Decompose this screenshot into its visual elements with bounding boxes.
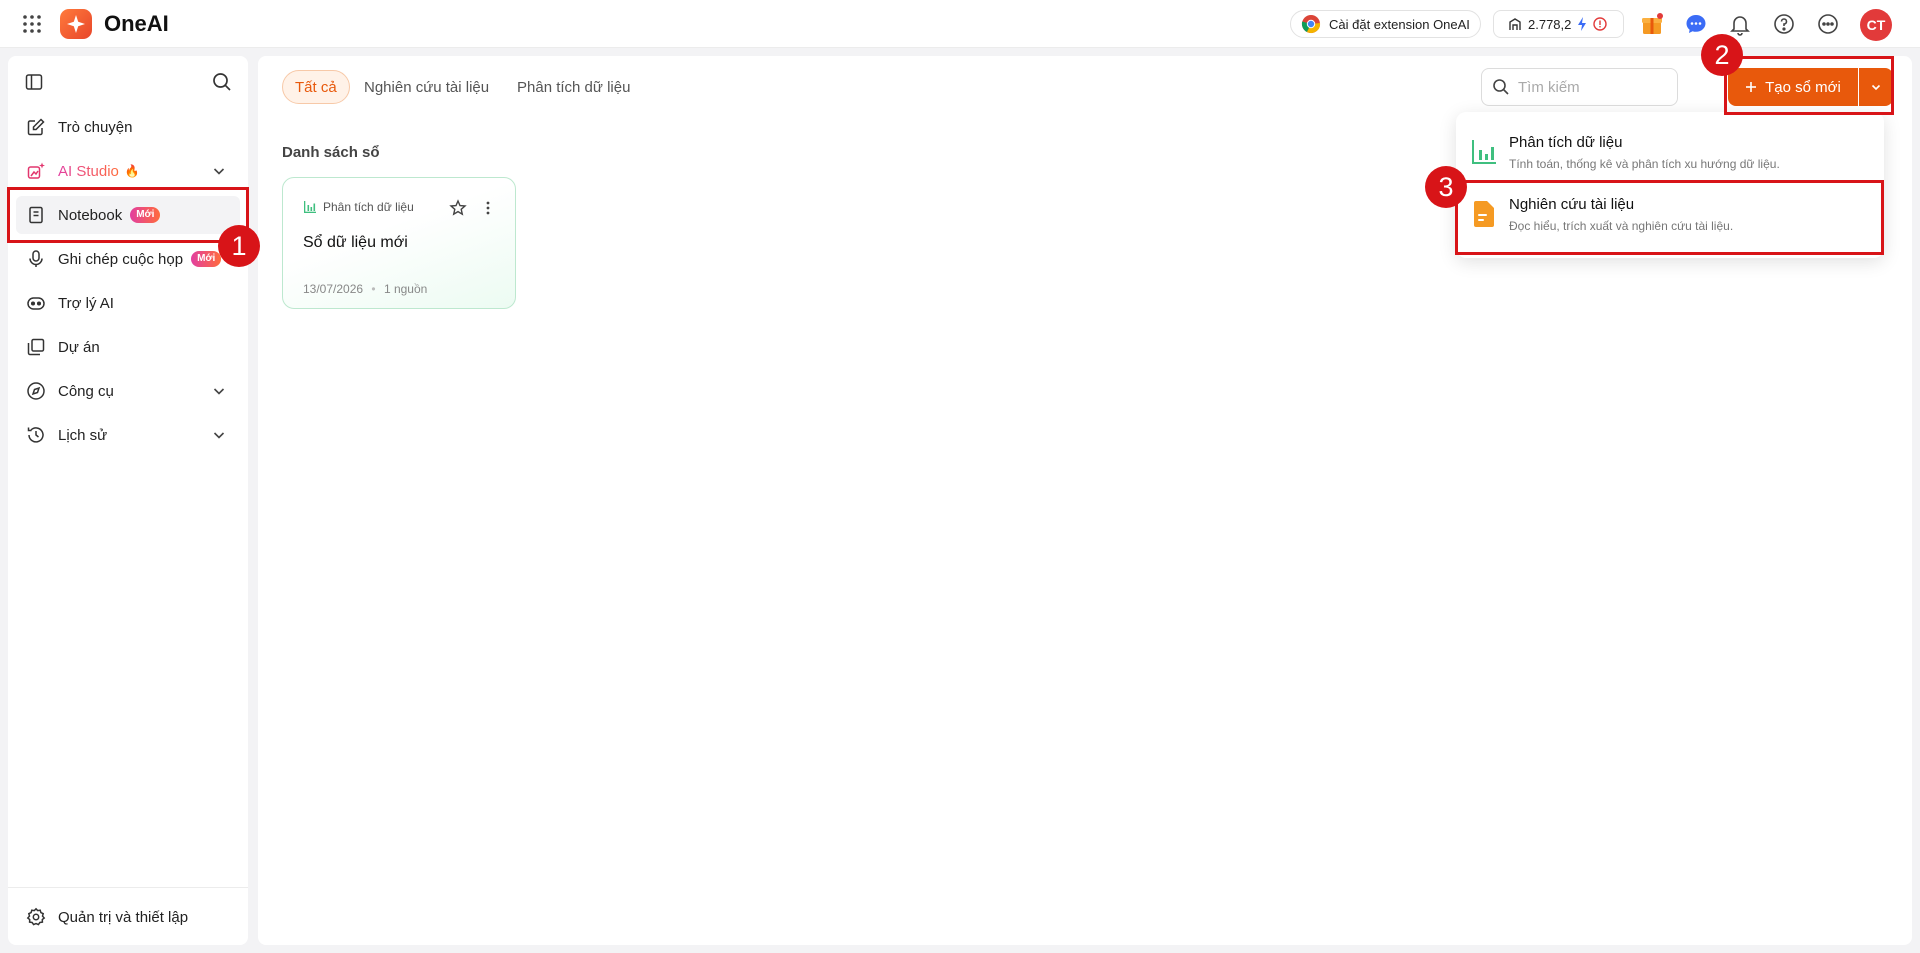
notebook-sources: 1 nguồn (383, 282, 428, 296)
credits-value: 2.778,2 (1528, 16, 1572, 32)
sidebar-item-admin-settings[interactable]: Quản trị và thiết lập (16, 898, 240, 936)
tab-document-research[interactable]: Nghiên cứu tài liệu (352, 70, 501, 104)
bell-icon[interactable] (1728, 12, 1752, 36)
notebook-meta: 13/07/2026 • 1 nguồn (303, 282, 427, 296)
search-icon (1492, 78, 1510, 96)
search-input[interactable] (1518, 78, 1658, 96)
sidebar-item-label: Quản trị và thiết lập (58, 908, 189, 926)
more-icon[interactable] (1816, 12, 1840, 36)
oneai-logo-icon[interactable] (60, 9, 92, 39)
sidebar-item-label: AI Studio (58, 162, 119, 180)
section-title: Danh sách sổ (282, 144, 380, 161)
chevron-down-icon[interactable] (210, 162, 228, 180)
menu-item-title: Phân tích dữ liệu (1509, 134, 1623, 151)
history-icon (26, 425, 46, 445)
sidebar-item-notebook[interactable]: Notebook Mới (16, 196, 240, 234)
sidebar-item-ai-assistant[interactable]: Trợ lý AI (16, 284, 240, 322)
star-icon[interactable] (449, 199, 467, 217)
compass-icon (26, 381, 46, 401)
plus-icon (1745, 81, 1757, 93)
chevron-down-icon[interactable] (210, 426, 228, 444)
apps-grid-icon[interactable] (22, 14, 42, 34)
alert-icon (1593, 17, 1608, 31)
credit-icon (1508, 17, 1522, 31)
notebook-card[interactable]: Phân tích dữ liệu Sổ dữ liệu mới 13/07/2… (282, 177, 516, 309)
new-badge: Mới (130, 207, 161, 223)
gear-icon (26, 907, 46, 927)
more-vertical-icon[interactable] (479, 199, 497, 217)
user-avatar[interactable]: CT (1860, 9, 1892, 41)
menu-item-data-analysis[interactable]: Phân tích dữ liệu Tính toán, thống kê và… (1456, 124, 1884, 182)
install-extension-label: Cài đặt extension OneAI (1329, 16, 1470, 32)
notebook-date: 13/07/2026 (303, 282, 364, 296)
credits-pill[interactable]: 2.778,2 (1493, 10, 1624, 38)
ai-studio-icon (26, 161, 46, 181)
notebook-type-label: Phân tích dữ liệu (323, 200, 414, 214)
sidebar-item-label: Trợ lý AI (58, 294, 114, 312)
sidebar-item-label: Dự án (58, 338, 100, 356)
sidebar-item-label: Ghi chép cuộc họp (58, 250, 184, 268)
sidebar-item-meeting-notes[interactable]: Ghi chép cuộc họp Mới (16, 240, 240, 278)
sidebar-item-label: Lịch sử (58, 426, 108, 444)
sidebar: Trò chuyện AI Studio 🔥 Notebook Mới Ghi … (8, 56, 248, 945)
notebook-title: Sổ dữ liệu mới (303, 234, 408, 251)
sidebar-item-history[interactable]: Lịch sử (16, 416, 240, 454)
sidebar-toggle-icon[interactable] (24, 72, 44, 92)
sidebar-item-ai-studio[interactable]: AI Studio 🔥 (16, 152, 240, 190)
sidebar-item-label: Notebook (58, 206, 123, 224)
tab-all[interactable]: Tất cả (282, 70, 350, 104)
top-bar: OneAI Cài đặt extension OneAI 2.778,2 CT (0, 0, 1920, 48)
create-notebook-dropdown-button[interactable] (1859, 68, 1893, 106)
mic-icon (26, 249, 46, 269)
chat-icon[interactable] (1684, 12, 1708, 36)
chevron-down-icon[interactable] (210, 382, 228, 400)
edit-icon (26, 117, 46, 137)
notebook-type: Phân tích dữ liệu (303, 200, 414, 214)
sidebar-item-chat[interactable]: Trò chuyện (16, 108, 240, 146)
menu-item-desc: Tính toán, thống kê và phân tích xu hướn… (1509, 157, 1780, 171)
menu-item-title: Nghiên cứu tài liệu (1509, 196, 1635, 213)
data-analysis-icon (1471, 138, 1497, 166)
create-notebook-menu: Phân tích dữ liệu Tính toán, thống kê và… (1456, 112, 1884, 258)
search-box[interactable] (1481, 68, 1678, 106)
chrome-icon (1301, 14, 1321, 34)
gift-icon[interactable] (1640, 12, 1664, 36)
create-notebook-button[interactable]: Tạo sổ mới (1728, 68, 1858, 106)
meta-separator: • (371, 282, 376, 296)
bolt-icon (1577, 17, 1587, 31)
fire-emoji: 🔥 (124, 164, 140, 178)
menu-item-desc: Đọc hiểu, trích xuất và nghiên cứu tài l… (1509, 219, 1734, 233)
notebook-icon (26, 205, 46, 225)
new-badge: Mới (191, 251, 222, 267)
sidebar-item-label: Công cụ (58, 382, 114, 400)
create-notebook-label: Tạo sổ mới (1765, 78, 1841, 96)
app-name[interactable]: OneAI (104, 11, 169, 37)
install-extension-button[interactable]: Cài đặt extension OneAI (1290, 10, 1481, 38)
menu-item-document-research[interactable]: Nghiên cứu tài liệu Đọc hiểu, trích xuất… (1456, 186, 1884, 244)
folder-icon (26, 337, 46, 357)
sidebar-item-tools[interactable]: Công cụ (16, 372, 240, 410)
search-icon[interactable] (211, 71, 233, 93)
tab-data-analysis[interactable]: Phân tích dữ liệu (505, 70, 642, 104)
help-icon[interactable] (1772, 12, 1796, 36)
sidebar-divider (8, 887, 248, 888)
bar-chart-icon (303, 200, 317, 214)
sidebar-item-label: Trò chuyện (58, 118, 133, 136)
sidebar-item-projects[interactable]: Dự án (16, 328, 240, 366)
chevron-down-icon (1870, 81, 1882, 93)
document-icon (1471, 200, 1497, 228)
robot-icon (26, 293, 46, 313)
